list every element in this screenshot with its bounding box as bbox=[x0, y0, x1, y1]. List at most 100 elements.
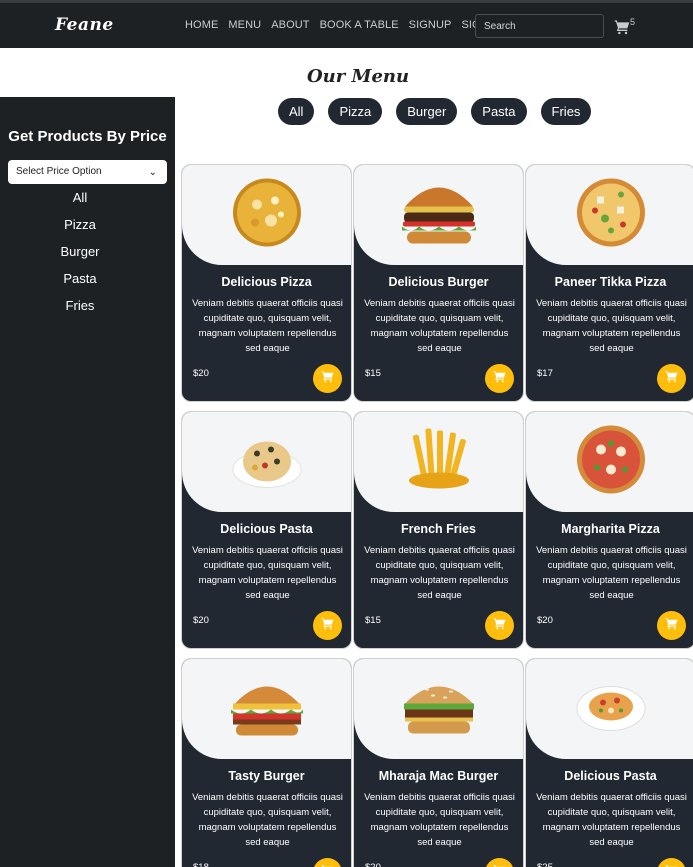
product-name: Delicious Burger bbox=[388, 275, 489, 289]
product-image-area bbox=[182, 165, 351, 265]
product-description: Veniam debitis quaerat officiis quasi cu… bbox=[536, 298, 687, 354]
nav-signup[interactable]: SIGNUP bbox=[409, 19, 452, 31]
product-image-area bbox=[526, 659, 693, 759]
product-card[interactable]: Delicious Pasta Veniam debitis quaerat of… bbox=[525, 658, 693, 867]
product-price: $18 bbox=[193, 862, 209, 867]
add-to-cart-button[interactable] bbox=[485, 364, 514, 393]
add-to-cart-button[interactable] bbox=[657, 364, 686, 393]
brand-logo[interactable]: Feane bbox=[55, 15, 114, 35]
product-image-area bbox=[354, 412, 523, 512]
product-image bbox=[227, 674, 307, 745]
product-image-area bbox=[182, 412, 351, 512]
product-card[interactable]: Mharaja Mac Burger Veniam debitis quaerat… bbox=[353, 658, 524, 867]
cart-icon bbox=[493, 370, 506, 388]
product-name: Margharita Pizza bbox=[561, 522, 660, 536]
cart-icon bbox=[665, 864, 678, 867]
product-description: Veniam debitis quaerat officiis quasi cu… bbox=[192, 298, 343, 354]
filter-burger[interactable]: Burger bbox=[396, 98, 458, 125]
nav-menu[interactable]: MENU bbox=[228, 19, 261, 31]
product-description: Veniam debitis quaerat officiis quasi cu… bbox=[192, 545, 343, 601]
cart-icon bbox=[321, 370, 334, 388]
product-price: $15 bbox=[365, 615, 381, 626]
product-image-area bbox=[182, 659, 351, 759]
product-name: Tasty Burger bbox=[228, 769, 305, 783]
chevron-down-icon: ⌄ bbox=[148, 167, 157, 178]
nav-home[interactable]: HOME bbox=[185, 19, 218, 31]
product-description: Veniam debitis quaerat officiis quasi cu… bbox=[536, 792, 687, 848]
product-description: Veniam debitis quaerat officiis quasi cu… bbox=[192, 792, 343, 848]
product-image-area bbox=[354, 659, 523, 759]
product-name: French Fries bbox=[400, 522, 477, 536]
filter-all[interactable]: All bbox=[278, 98, 315, 125]
main-nav: HOME MENU ABOUT BOOK A TABLE SIGNUP SIGN… bbox=[185, 19, 512, 31]
sidebar-item-pasta[interactable]: Pasta bbox=[0, 270, 160, 297]
cart-icon bbox=[665, 370, 678, 388]
product-price: $20 bbox=[193, 368, 209, 379]
add-to-cart-button[interactable] bbox=[313, 858, 342, 867]
product-image bbox=[575, 677, 647, 742]
product-card[interactable]: Delicious Pasta Veniam debitis quaerat of… bbox=[181, 411, 352, 649]
product-name: Mharaja Mac Burger bbox=[378, 769, 499, 783]
product-name: Delicious Pasta bbox=[220, 522, 313, 536]
sidebar-category-list: All Pizza Burger Pasta Fries bbox=[0, 189, 160, 324]
product-card[interactable]: Margharita Pizza Veniam debitis quaerat o… bbox=[525, 411, 693, 649]
cart-icon bbox=[493, 864, 506, 867]
product-image-area bbox=[354, 165, 523, 265]
product-card[interactable]: Delicious Pizza Veniam debitis quaerat of… bbox=[181, 164, 352, 402]
product-card[interactable]: Paneer Tikka Pizza Veniam debitis quaerat… bbox=[525, 164, 693, 402]
sidebar-item-pizza[interactable]: Pizza bbox=[0, 216, 160, 243]
menu-heading: Our Menu bbox=[307, 66, 410, 87]
sidebar-item-fries[interactable]: Fries bbox=[0, 297, 160, 324]
sidebar-title: Get Products By Price bbox=[8, 128, 167, 145]
search-input[interactable] bbox=[475, 14, 604, 38]
product-card[interactable]: Tasty Burger Veniam debitis quaerat offic… bbox=[181, 658, 352, 867]
add-to-cart-button[interactable] bbox=[657, 858, 686, 867]
cart-icon bbox=[493, 617, 506, 635]
filter-fries[interactable]: Fries bbox=[540, 98, 592, 125]
cart-icon[interactable] bbox=[614, 19, 630, 35]
product-image bbox=[575, 424, 647, 501]
product-price: $17 bbox=[537, 368, 553, 379]
product-image bbox=[575, 177, 647, 254]
price-sidebar: Get Products By Price Select Price Optio… bbox=[0, 97, 175, 867]
product-card[interactable]: French Fries Veniam debitis quaerat offic… bbox=[353, 411, 524, 649]
product-image bbox=[399, 674, 479, 745]
sidebar-item-all[interactable]: All bbox=[0, 189, 160, 216]
product-description: Veniam debitis quaerat officiis quasi cu… bbox=[364, 545, 515, 601]
product-price: $25 bbox=[537, 862, 553, 867]
cart-icon bbox=[665, 617, 678, 635]
top-navbar: Feane HOME MENU ABOUT BOOK A TABLE SIGNU… bbox=[0, 0, 693, 48]
product-price: $15 bbox=[365, 368, 381, 379]
sidebar-item-burger[interactable]: Burger bbox=[0, 243, 160, 270]
nav-about[interactable]: ABOUT bbox=[271, 19, 309, 31]
product-image bbox=[231, 177, 303, 254]
product-name: Delicious Pizza bbox=[221, 275, 312, 289]
filter-pizza[interactable]: Pizza bbox=[328, 98, 383, 125]
cart-icon bbox=[321, 864, 334, 867]
add-to-cart-button[interactable] bbox=[485, 858, 514, 867]
price-select-label: Select Price Option bbox=[16, 166, 102, 177]
product-name: Delicious Pasta bbox=[564, 769, 657, 783]
price-option-select[interactable]: Select Price Option ⌄ bbox=[8, 160, 167, 184]
filter-pasta[interactable]: Pasta bbox=[471, 98, 527, 125]
add-to-cart-button[interactable] bbox=[313, 364, 342, 393]
product-image bbox=[231, 428, 303, 497]
product-image-area bbox=[526, 412, 693, 512]
cart-icon bbox=[321, 617, 334, 635]
add-to-cart-button[interactable] bbox=[657, 611, 686, 640]
product-image bbox=[403, 425, 475, 500]
product-price: $20 bbox=[537, 615, 553, 626]
add-to-cart-button[interactable] bbox=[485, 611, 514, 640]
product-image bbox=[399, 175, 479, 256]
product-price: $20 bbox=[365, 862, 381, 867]
product-description: Veniam debitis quaerat officiis quasi cu… bbox=[364, 792, 515, 848]
add-to-cart-button[interactable] bbox=[313, 611, 342, 640]
cart-count-badge: 5 bbox=[630, 17, 636, 27]
product-card[interactable]: Delicious Burger Veniam debitis quaerat o… bbox=[353, 164, 524, 402]
product-description: Veniam debitis quaerat officiis quasi cu… bbox=[364, 298, 515, 354]
product-description: Veniam debitis quaerat officiis quasi cu… bbox=[536, 545, 687, 601]
product-name: Paneer Tikka Pizza bbox=[554, 275, 667, 289]
nav-book-a-table[interactable]: BOOK A TABLE bbox=[320, 19, 399, 31]
category-filters: All Pizza Burger Pasta Fries bbox=[278, 98, 592, 125]
product-image-area bbox=[526, 165, 693, 265]
